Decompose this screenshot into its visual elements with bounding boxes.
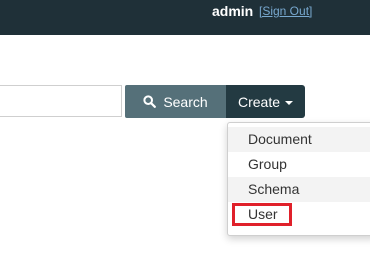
create-dropdown-menu: Document Group Schema User: [227, 122, 370, 236]
create-button-label: Create: [237, 93, 281, 110]
search-button[interactable]: Search: [125, 85, 226, 118]
search-button-label: Search: [163, 93, 208, 110]
search-input[interactable]: [0, 85, 122, 117]
magnifier-icon: [143, 95, 157, 108]
menu-item-user[interactable]: User: [228, 202, 370, 227]
create-dropdown-button[interactable]: Create: [226, 85, 305, 118]
caret-down-icon: [285, 100, 294, 105]
menu-item-group[interactable]: Group: [228, 152, 370, 177]
username-label: admin: [212, 3, 254, 19]
top-navigation-bar: admin [Sign Out]: [0, 0, 370, 35]
sign-out-link[interactable]: [Sign Out]: [259, 4, 312, 18]
menu-item-document[interactable]: Document: [228, 127, 370, 152]
menu-item-schema[interactable]: Schema: [228, 177, 370, 202]
